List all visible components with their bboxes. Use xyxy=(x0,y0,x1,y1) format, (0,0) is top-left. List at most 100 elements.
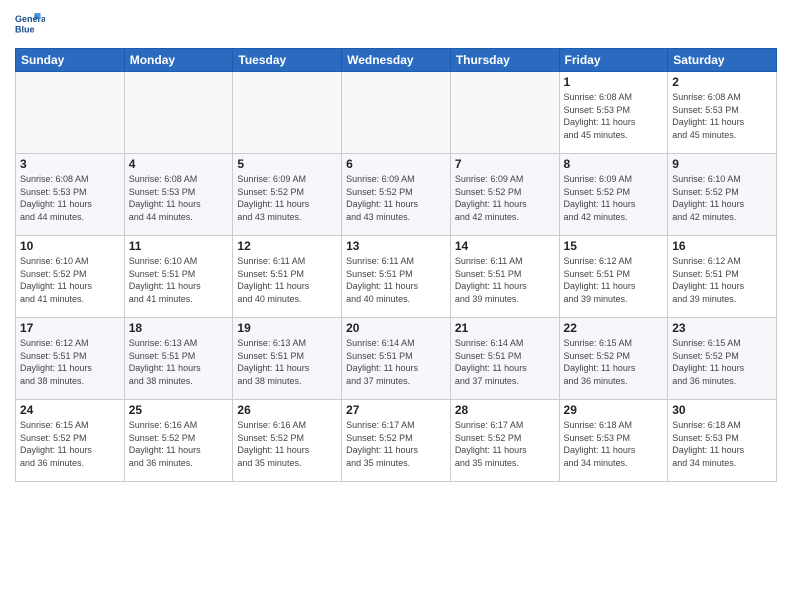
day-number: 11 xyxy=(129,239,229,253)
header: GeneralBlue xyxy=(15,10,777,40)
day-info: Sunrise: 6:12 AM Sunset: 5:51 PM Dayligh… xyxy=(20,337,120,387)
calendar-week-row: 10 Sunrise: 6:10 AM Sunset: 5:52 PM Dayli… xyxy=(16,236,777,318)
day-number: 14 xyxy=(455,239,555,253)
calendar-day-cell: 18 Sunrise: 6:13 AM Sunset: 5:51 PM Dayli… xyxy=(124,318,233,400)
day-info: Sunrise: 6:13 AM Sunset: 5:51 PM Dayligh… xyxy=(129,337,229,387)
day-info: Sunrise: 6:08 AM Sunset: 5:53 PM Dayligh… xyxy=(564,91,664,141)
calendar-week-row: 24 Sunrise: 6:15 AM Sunset: 5:52 PM Dayli… xyxy=(16,400,777,482)
day-number: 29 xyxy=(564,403,664,417)
page: GeneralBlue SundayMondayTuesdayWednesday… xyxy=(0,0,792,612)
day-number: 12 xyxy=(237,239,337,253)
calendar-day-cell: 29 Sunrise: 6:18 AM Sunset: 5:53 PM Dayli… xyxy=(559,400,668,482)
weekday-header: Saturday xyxy=(668,49,777,72)
day-number: 19 xyxy=(237,321,337,335)
day-info: Sunrise: 6:08 AM Sunset: 5:53 PM Dayligh… xyxy=(129,173,229,223)
calendar: SundayMondayTuesdayWednesdayThursdayFrid… xyxy=(15,48,777,482)
weekday-header: Thursday xyxy=(450,49,559,72)
day-number: 9 xyxy=(672,157,772,171)
calendar-day-cell: 24 Sunrise: 6:15 AM Sunset: 5:52 PM Dayli… xyxy=(16,400,125,482)
calendar-day-cell xyxy=(124,72,233,154)
day-info: Sunrise: 6:09 AM Sunset: 5:52 PM Dayligh… xyxy=(564,173,664,223)
day-number: 15 xyxy=(564,239,664,253)
day-number: 22 xyxy=(564,321,664,335)
logo-icon: GeneralBlue xyxy=(15,10,45,40)
logo: GeneralBlue xyxy=(15,10,45,40)
calendar-week-row: 17 Sunrise: 6:12 AM Sunset: 5:51 PM Dayli… xyxy=(16,318,777,400)
calendar-day-cell xyxy=(233,72,342,154)
calendar-day-cell xyxy=(342,72,451,154)
day-number: 6 xyxy=(346,157,446,171)
day-number: 2 xyxy=(672,75,772,89)
calendar-day-cell: 1 Sunrise: 6:08 AM Sunset: 5:53 PM Daylig… xyxy=(559,72,668,154)
weekday-header: Wednesday xyxy=(342,49,451,72)
day-number: 3 xyxy=(20,157,120,171)
day-number: 26 xyxy=(237,403,337,417)
day-info: Sunrise: 6:18 AM Sunset: 5:53 PM Dayligh… xyxy=(564,419,664,469)
day-info: Sunrise: 6:13 AM Sunset: 5:51 PM Dayligh… xyxy=(237,337,337,387)
weekday-header: Monday xyxy=(124,49,233,72)
day-info: Sunrise: 6:14 AM Sunset: 5:51 PM Dayligh… xyxy=(455,337,555,387)
calendar-day-cell: 27 Sunrise: 6:17 AM Sunset: 5:52 PM Dayli… xyxy=(342,400,451,482)
calendar-day-cell: 6 Sunrise: 6:09 AM Sunset: 5:52 PM Daylig… xyxy=(342,154,451,236)
calendar-day-cell: 17 Sunrise: 6:12 AM Sunset: 5:51 PM Dayli… xyxy=(16,318,125,400)
calendar-day-cell: 12 Sunrise: 6:11 AM Sunset: 5:51 PM Dayli… xyxy=(233,236,342,318)
calendar-day-cell: 20Sunrise: 6:14 AM Sunset: 5:51 PM Dayli… xyxy=(342,318,451,400)
day-info: Sunrise: 6:11 AM Sunset: 5:51 PM Dayligh… xyxy=(237,255,337,305)
weekday-header: Tuesday xyxy=(233,49,342,72)
day-info: Sunrise: 6:16 AM Sunset: 5:52 PM Dayligh… xyxy=(237,419,337,469)
svg-text:Blue: Blue xyxy=(15,25,35,35)
day-info: Sunrise: 6:08 AM Sunset: 5:53 PM Dayligh… xyxy=(20,173,120,223)
day-info: Sunrise: 6:10 AM Sunset: 5:52 PM Dayligh… xyxy=(20,255,120,305)
day-info: Sunrise: 6:17 AM Sunset: 5:52 PM Dayligh… xyxy=(346,419,446,469)
calendar-week-row: 1 Sunrise: 6:08 AM Sunset: 5:53 PM Daylig… xyxy=(16,72,777,154)
calendar-day-cell: 23 Sunrise: 6:15 AM Sunset: 5:52 PM Dayli… xyxy=(668,318,777,400)
calendar-day-cell: 13 Sunrise: 6:11 AM Sunset: 5:51 PM Dayli… xyxy=(342,236,451,318)
day-info: Sunrise: 6:12 AM Sunset: 5:51 PM Dayligh… xyxy=(564,255,664,305)
day-number: 24 xyxy=(20,403,120,417)
day-number: 27 xyxy=(346,403,446,417)
day-number: 5 xyxy=(237,157,337,171)
day-info: Sunrise: 6:11 AM Sunset: 5:51 PM Dayligh… xyxy=(455,255,555,305)
calendar-day-cell: 25 Sunrise: 6:16 AM Sunset: 5:52 PM Dayli… xyxy=(124,400,233,482)
day-number: 21 xyxy=(455,321,555,335)
day-number: 30 xyxy=(672,403,772,417)
day-number: 4 xyxy=(129,157,229,171)
day-number: 23 xyxy=(672,321,772,335)
day-number: 28 xyxy=(455,403,555,417)
calendar-day-cell: 26 Sunrise: 6:16 AM Sunset: 5:52 PM Dayli… xyxy=(233,400,342,482)
weekday-header-row: SundayMondayTuesdayWednesdayThursdayFrid… xyxy=(16,49,777,72)
day-number: 17 xyxy=(20,321,120,335)
day-info: Sunrise: 6:11 AM Sunset: 5:51 PM Dayligh… xyxy=(346,255,446,305)
calendar-day-cell: 28Sunrise: 6:17 AM Sunset: 5:52 PM Dayli… xyxy=(450,400,559,482)
day-number: 1 xyxy=(564,75,664,89)
calendar-day-cell: 19 Sunrise: 6:13 AM Sunset: 5:51 PM Dayli… xyxy=(233,318,342,400)
weekday-header: Sunday xyxy=(16,49,125,72)
calendar-day-cell: 7Sunrise: 6:09 AM Sunset: 5:52 PM Daylig… xyxy=(450,154,559,236)
day-info: Sunrise: 6:14 AM Sunset: 5:51 PM Dayligh… xyxy=(346,337,446,387)
calendar-day-cell: 5Sunrise: 6:09 AM Sunset: 5:52 PM Daylig… xyxy=(233,154,342,236)
day-number: 10 xyxy=(20,239,120,253)
calendar-day-cell xyxy=(450,72,559,154)
day-info: Sunrise: 6:09 AM Sunset: 5:52 PM Dayligh… xyxy=(346,173,446,223)
day-info: Sunrise: 6:15 AM Sunset: 5:52 PM Dayligh… xyxy=(564,337,664,387)
calendar-day-cell: 21 Sunrise: 6:14 AM Sunset: 5:51 PM Dayli… xyxy=(450,318,559,400)
day-info: Sunrise: 6:08 AM Sunset: 5:53 PM Dayligh… xyxy=(672,91,772,141)
day-info: Sunrise: 6:16 AM Sunset: 5:52 PM Dayligh… xyxy=(129,419,229,469)
calendar-day-cell: 9 Sunrise: 6:10 AM Sunset: 5:52 PM Daylig… xyxy=(668,154,777,236)
day-info: Sunrise: 6:12 AM Sunset: 5:51 PM Dayligh… xyxy=(672,255,772,305)
day-info: Sunrise: 6:10 AM Sunset: 5:51 PM Dayligh… xyxy=(129,255,229,305)
day-number: 13 xyxy=(346,239,446,253)
day-info: Sunrise: 6:15 AM Sunset: 5:52 PM Dayligh… xyxy=(672,337,772,387)
calendar-day-cell: 14 Sunrise: 6:11 AM Sunset: 5:51 PM Dayli… xyxy=(450,236,559,318)
day-number: 18 xyxy=(129,321,229,335)
calendar-day-cell xyxy=(16,72,125,154)
day-number: 8 xyxy=(564,157,664,171)
day-info: Sunrise: 6:15 AM Sunset: 5:52 PM Dayligh… xyxy=(20,419,120,469)
calendar-day-cell: 10 Sunrise: 6:10 AM Sunset: 5:52 PM Dayli… xyxy=(16,236,125,318)
weekday-header: Friday xyxy=(559,49,668,72)
calendar-day-cell: 30Sunrise: 6:18 AM Sunset: 5:53 PM Dayli… xyxy=(668,400,777,482)
day-number: 25 xyxy=(129,403,229,417)
day-info: Sunrise: 6:10 AM Sunset: 5:52 PM Dayligh… xyxy=(672,173,772,223)
day-info: Sunrise: 6:09 AM Sunset: 5:52 PM Dayligh… xyxy=(455,173,555,223)
calendar-day-cell: 4 Sunrise: 6:08 AM Sunset: 5:53 PM Daylig… xyxy=(124,154,233,236)
